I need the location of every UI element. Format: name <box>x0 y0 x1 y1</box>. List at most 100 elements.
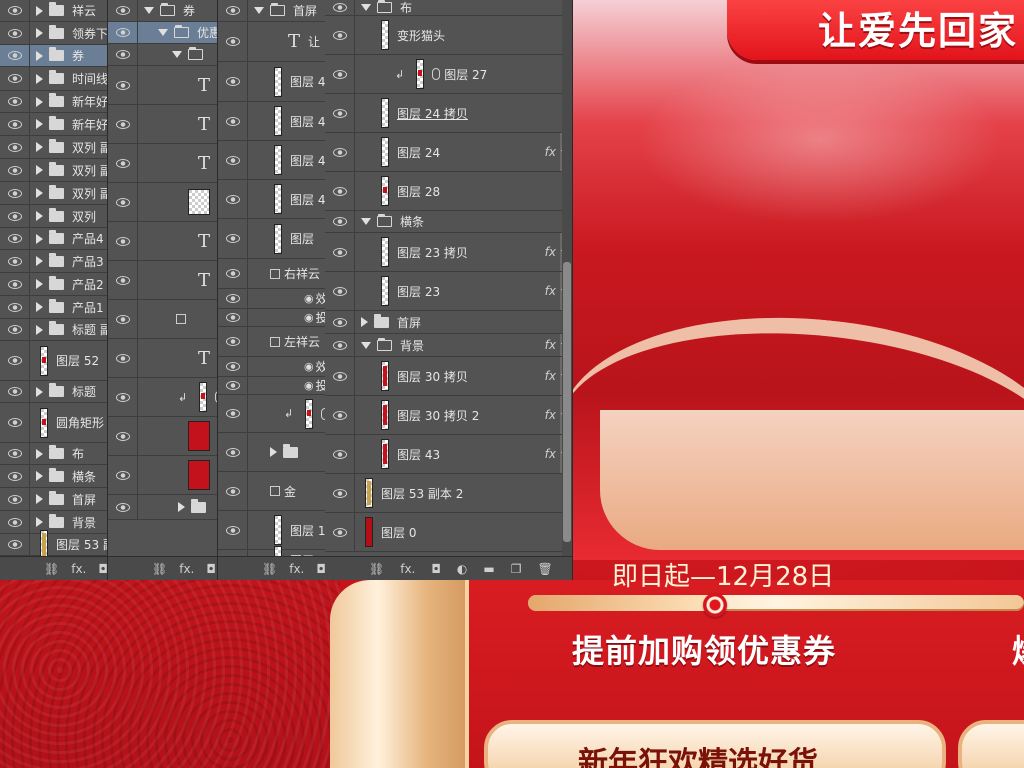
layer-row[interactable] <box>108 44 217 66</box>
visibility-eye-icon[interactable] <box>325 211 355 232</box>
visibility-eye-icon[interactable] <box>0 91 30 112</box>
expand-arrow-icon[interactable] <box>36 233 43 244</box>
visibility-eye-icon[interactable] <box>325 474 355 512</box>
new-layer-icon[interactable]: ❐ <box>511 562 522 576</box>
mask-icon[interactable]: ◘ <box>98 562 107 576</box>
visibility-eye-icon[interactable] <box>325 513 355 551</box>
layer-row[interactable]: T让 <box>218 22 325 62</box>
layer-row[interactable]: 布 <box>0 443 107 465</box>
expand-arrow-icon[interactable] <box>36 386 43 397</box>
layer-row[interactable]: 图层 53 副 <box>0 529 107 560</box>
visibility-eye-icon[interactable] <box>108 222 138 260</box>
visibility-eye-icon[interactable] <box>0 205 30 227</box>
visibility-eye-icon[interactable] <box>218 433 248 471</box>
layer-row[interactable]: T <box>108 66 217 105</box>
layer-row[interactable]: 图层 30 拷贝 fx <box>325 357 572 396</box>
visibility-eye-icon[interactable] <box>108 261 138 299</box>
visibility-eye-icon[interactable] <box>108 183 138 221</box>
visibility-eye-icon[interactable] <box>325 311 355 333</box>
layer-row[interactable]: 图层 24 拷贝 <box>325 94 572 133</box>
layer-row[interactable]: ↲ <box>108 378 217 417</box>
adjustment-icon[interactable]: ◐ <box>457 562 467 576</box>
visibility-eye-icon[interactable] <box>0 0 30 21</box>
visibility-eye-icon[interactable] <box>218 62 248 101</box>
visibility-eye-icon[interactable] <box>218 180 248 218</box>
expand-arrow-icon[interactable] <box>36 50 43 61</box>
layer-row[interactable] <box>108 417 217 456</box>
visibility-eye-icon[interactable] <box>325 233 355 271</box>
expand-arrow-icon[interactable] <box>361 317 368 327</box>
layer-row[interactable]: 图层 24 fx <box>325 133 572 172</box>
expand-arrow-icon[interactable] <box>36 494 43 504</box>
layer-row[interactable]: 图层 42 <box>218 180 325 219</box>
layer-row[interactable]: 双列 副 <box>0 159 107 182</box>
layer-row[interactable]: 变形猫头 <box>325 16 572 55</box>
layer-row[interactable]: 优惠 <box>108 22 217 44</box>
layer-row[interactable]: 图层 10 <box>218 511 325 550</box>
layer-row[interactable]: 图层 <box>218 219 325 259</box>
visibility-eye-icon[interactable] <box>0 182 30 204</box>
fx-icon[interactable]: fx. <box>289 562 304 576</box>
link-icon[interactable]: ⛓ <box>262 562 277 576</box>
fx-icon[interactable]: fx. <box>179 562 194 576</box>
visibility-eye-icon[interactable] <box>218 472 248 510</box>
layer-row[interactable]: 双列 副 <box>0 182 107 205</box>
layer-row[interactable]: 布 <box>325 0 572 16</box>
mask-link-icon[interactable] <box>432 68 441 80</box>
mask-icon[interactable]: ◘ <box>206 562 216 576</box>
link-icon[interactable]: ⛓ <box>152 562 167 576</box>
visibility-eye-icon[interactable] <box>0 67 30 90</box>
layer-row[interactable]: ◉投 <box>218 309 325 327</box>
visibility-eye-icon[interactable] <box>218 309 248 326</box>
fx-icon[interactable]: fx. <box>71 562 86 576</box>
layer-row[interactable]: 背景 fx <box>325 334 572 357</box>
visibility-eye-icon[interactable] <box>108 44 138 65</box>
layer-row[interactable]: 图层 52 <box>0 341 107 381</box>
visibility-eye-icon[interactable] <box>0 250 30 272</box>
layer-row[interactable]: 产品4 <box>0 228 107 250</box>
layer-row[interactable]: 产品1 <box>0 296 107 319</box>
visibility-eye-icon[interactable] <box>218 219 248 258</box>
visibility-eye-icon[interactable] <box>0 511 30 533</box>
visibility-eye-icon[interactable] <box>325 16 355 54</box>
layer-row[interactable]: 背景 <box>0 511 107 534</box>
expand-arrow-icon[interactable] <box>36 324 43 335</box>
expand-arrow-icon[interactable] <box>178 502 185 512</box>
layer-row[interactable]: 金 <box>218 472 325 511</box>
expand-arrow-icon[interactable] <box>36 165 43 175</box>
visibility-eye-icon[interactable] <box>108 300 138 338</box>
layer-row[interactable] <box>218 433 325 472</box>
group-icon[interactable]: ▬ <box>483 562 494 576</box>
layer-row[interactable]: T <box>108 144 217 183</box>
layer-row[interactable]: 图层 42 <box>218 141 325 180</box>
visibility-eye-icon[interactable] <box>0 381 30 402</box>
expand-arrow-icon[interactable] <box>36 279 43 289</box>
layer-row[interactable]: 产品3 <box>0 250 107 273</box>
visibility-eye-icon[interactable] <box>325 357 355 395</box>
visibility-eye-icon[interactable] <box>218 259 248 288</box>
visibility-eye-icon[interactable] <box>218 357 248 376</box>
expand-arrow-icon[interactable] <box>270 447 277 457</box>
expand-arrow-icon[interactable] <box>36 119 43 129</box>
layer-row[interactable]: 时间线 <box>0 67 107 91</box>
layer-row[interactable]: 右祥云 <box>218 259 325 289</box>
layer-row[interactable]: 首屏 <box>218 0 325 22</box>
layer-fx-badge[interactable]: fx <box>545 369 556 383</box>
visibility-eye-icon[interactable] <box>0 403 30 442</box>
visibility-eye-icon[interactable] <box>0 296 30 318</box>
layer-row[interactable]: 产品2 <box>0 273 107 296</box>
visibility-eye-icon[interactable] <box>325 0 355 15</box>
visibility-eye-icon[interactable] <box>218 22 248 61</box>
layer-fx-badge[interactable]: fx <box>545 408 556 422</box>
layer-row[interactable]: 标题 <box>0 381 107 403</box>
layer-row[interactable]: 图层 53 副本 2 <box>325 474 572 513</box>
layer-fx-badge[interactable]: fx <box>545 284 556 298</box>
expand-arrow-icon[interactable] <box>36 142 43 152</box>
visibility-eye-icon[interactable] <box>218 511 248 549</box>
visibility-eye-icon[interactable] <box>0 319 30 340</box>
layer-row[interactable] <box>108 300 217 339</box>
layer-row[interactable]: 左祥云 <box>218 327 325 357</box>
visibility-eye-icon[interactable] <box>0 45 30 66</box>
visibility-eye-icon[interactable] <box>108 495 138 519</box>
collapse-arrow-icon[interactable] <box>254 7 264 14</box>
